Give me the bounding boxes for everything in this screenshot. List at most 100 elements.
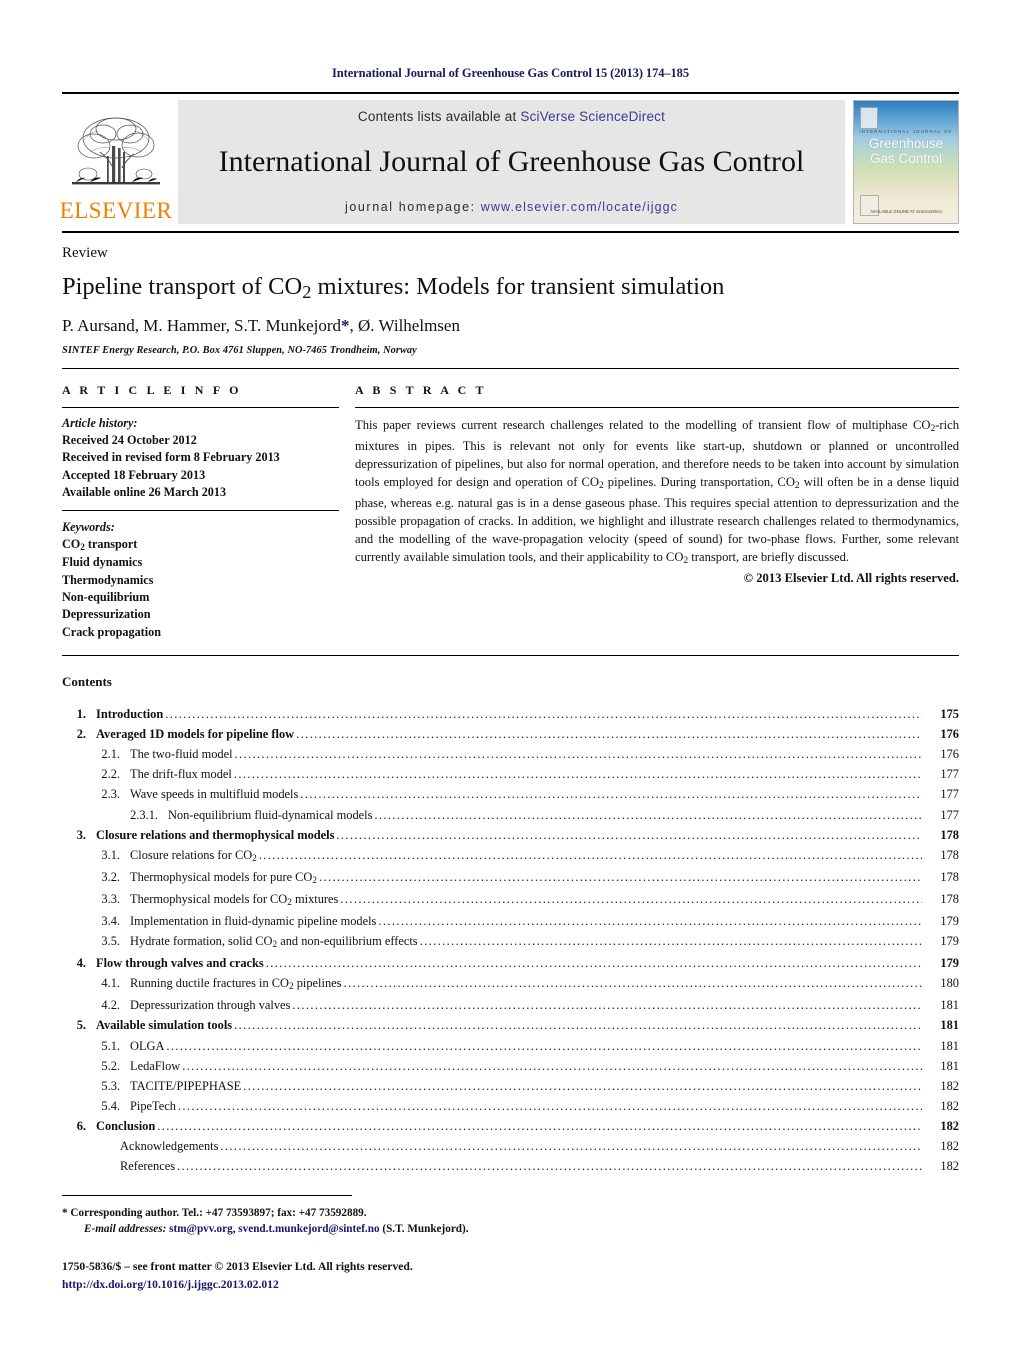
toc-entry-page: 176 (940, 727, 959, 742)
toc-leader-dots: ........................................… (374, 807, 922, 822)
toc-entry-label: Conclusion (96, 1118, 156, 1133)
corresponding-author-note: * Corresponding author. Tel.: +47 735938… (62, 1206, 367, 1219)
toc-entry-label: Depressurization through valves (130, 998, 291, 1013)
journal-banner: Contents lists available at SciVerse Sci… (178, 100, 845, 224)
toc-entry-label: Closure relations for CO2 (130, 845, 257, 867)
keyword-co2-post: transport (84, 537, 138, 552)
toc-entry-page: 178 (940, 891, 959, 906)
toc-entry-page: 180 (940, 976, 959, 991)
toc-entry[interactable]: 2. Averaged 1D models for pipeline flow..… (62, 724, 959, 744)
toc-entry[interactable]: 5.3. TACITE/PIPEPHASE....................… (62, 1076, 959, 1096)
article-type: Review (62, 245, 108, 261)
toc-entry-label: Closure relations and thermophysical mod… (96, 827, 335, 842)
toc-entry[interactable]: 3.3. Thermophysical models for CO2 mixtur… (62, 889, 959, 911)
toc-entry-label: OLGA (130, 1038, 165, 1053)
toc-entry-label: The two-fluid model (130, 747, 233, 762)
toc-entry-number: 5.1. (101, 1038, 120, 1053)
toc-entry[interactable]: 3.5. Hydrate formation, solid CO2 and non… (62, 931, 959, 953)
history-revised: Received in revised form 8 February 2013 (62, 450, 280, 465)
doi-link[interactable]: http://dx.doi.org/10.1016/j.ijggc.2013.0… (62, 1276, 959, 1293)
toc-entry-number: 3.1. (101, 847, 120, 862)
toc-entry-number: 5. (76, 1018, 86, 1033)
toc-entry-label: Implementation in fluid-dynamic pipeline… (130, 914, 377, 928)
history-received: Received 24 October 2012 (62, 433, 197, 448)
abstract-seg-a: This paper reviews current research chal… (355, 418, 931, 433)
toc-entry[interactable]: 3.1. Closure relations for CO2...........… (62, 845, 959, 867)
sciencedirect-link[interactable]: SciVerse ScienceDirect (520, 109, 665, 124)
toc-entry[interactable]: References..............................… (62, 1156, 959, 1176)
toc-label-post: mixtures (291, 891, 339, 906)
toc-label-post: pipelines (293, 976, 342, 991)
contents-title: Contents (62, 674, 112, 690)
title-part-1: Pipeline transport of CO (62, 273, 303, 300)
toc-entry[interactable]: 5.2. LedaFlow............................… (62, 1056, 959, 1076)
keyword-item: CO2 transport (62, 536, 339, 554)
toc-entry[interactable]: 1. Introduction..........................… (62, 704, 959, 724)
toc-entry[interactable]: 6. Conclusion............................… (62, 1116, 959, 1136)
toc-entry[interactable]: 2.3. Wave speeds in multifluid models....… (62, 784, 959, 804)
toc-entry[interactable]: 2.3.1. Non-equilibrium fluid-dynamical mo… (62, 805, 959, 825)
contents-prefix-text: Contents lists available at (357, 109, 521, 124)
elsevier-tree-icon (70, 112, 162, 198)
authors-main: P. Aursand, M. Hammer, S.T. Munkejord (62, 316, 342, 336)
toc-entry-label: LedaFlow (130, 1058, 181, 1073)
journal-homepage-line: journal homepage: www.elsevier.com/locat… (345, 200, 678, 214)
toc-entry-page: 179 (940, 914, 959, 928)
toc-entry-page: 182 (940, 1078, 959, 1093)
abstract-text: This paper reviews current research chal… (355, 416, 959, 569)
affiliation: SINTEF Energy Research, P.O. Box 4761 Sl… (62, 345, 417, 357)
toc-leader-dots: ........................................… (296, 727, 922, 742)
toc-entry-label: Wave speeds in multifluid models (130, 787, 299, 802)
email-addresses-note: E-mail addresses: stm@pvv.org, svend.t.m… (62, 1221, 959, 1238)
email-link-1[interactable]: stm@pvv.org (169, 1223, 233, 1235)
toc-entry[interactable]: 4.2. Depressurization through valves.....… (62, 995, 959, 1015)
toc-leader-dots: ........................................… (157, 1118, 922, 1133)
toc-entry-number: 4. (76, 956, 86, 971)
toc-entry[interactable]: 2.2. The drift-flux model................… (62, 764, 959, 784)
toc-entry-page: 182 (940, 1118, 959, 1133)
toc-entry[interactable]: 3.2. Thermophysical models for pure CO2..… (62, 867, 959, 889)
toc-entry-page: 179 (940, 956, 959, 971)
keyword-item: Crack propagation (62, 624, 161, 639)
history-available-online: Available online 26 March 2013 (62, 485, 227, 500)
toc-entry-label: Thermophysical models for CO2 mixtures (130, 889, 338, 911)
toc-entry[interactable]: 5. Available simulation tools............… (62, 1015, 959, 1035)
toc-entry-number: 6. (76, 1118, 86, 1133)
toc-label-pre: Hydrate formation, solid CO (130, 934, 273, 949)
toc-entry[interactable]: 5.1. OLGA................................… (62, 1036, 959, 1056)
toc-entry-number: 3. (76, 827, 86, 842)
toc-entry-page: 181 (940, 1038, 959, 1053)
toc-leader-dots: ........................................… (220, 1139, 922, 1153)
toc-label-subscript: 2 (252, 853, 257, 864)
toc-leader-dots: ........................................… (343, 976, 922, 991)
toc-entry-page: 177 (940, 807, 959, 822)
toc-entry-label: References (120, 1159, 176, 1174)
toc-entry-label: Acknowledgements (120, 1139, 219, 1153)
author-list: P. Aursand, M. Hammer, S.T. Munkejord*, … (62, 316, 959, 336)
toc-entry[interactable]: 5.4. PipeTech............................… (62, 1096, 959, 1116)
toc-entry[interactable]: 4.1. Running ductile fractures in CO2 pip… (62, 973, 959, 995)
toc-entry[interactable]: 4. Flow through valves and cracks........… (62, 953, 959, 973)
page-title: Pipeline transport of CO2 mixtures: Mode… (62, 273, 959, 303)
toc-leader-dots: ........................................… (258, 847, 922, 862)
toc-entry-label: TACITE/PIPEPHASE (130, 1078, 242, 1093)
article-info-column: A R T I C L E I N F O Article history: R… (62, 383, 355, 641)
toc-leader-dots: ........................................… (340, 891, 922, 906)
toc-entry[interactable]: 3. Closure relations and thermophysical m… (62, 825, 959, 845)
toc-leader-dots: ........................................… (300, 787, 922, 802)
toc-label-pre: Thermophysical models for CO (130, 891, 288, 906)
toc-entry-number: 3.5. (101, 934, 120, 949)
abstract-seg-e: transport, are briefly discussed. (688, 550, 850, 565)
journal-homepage-link[interactable]: www.elsevier.com/locate/ijggc (481, 200, 678, 214)
toc-entry[interactable]: 2.1. The two-fluid model.................… (62, 744, 959, 764)
email-link-2[interactable]: svend.t.munkejord@sintef.no (238, 1223, 379, 1235)
toc-entry-page: 181 (940, 1018, 959, 1033)
toc-entry[interactable]: 3.4. Implementation in fluid-dynamic pipe… (62, 911, 959, 931)
toc-entry-number: 2.3. (101, 787, 120, 802)
toc-entry[interactable]: Acknowledgements........................… (62, 1136, 959, 1156)
toc-leader-dots: ........................................… (243, 1078, 922, 1093)
title-block: Review Pipeline transport of CO2 mixture… (62, 233, 959, 356)
toc-entry-label: Thermophysical models for pure CO2 (130, 867, 317, 889)
article-info-heading: A R T I C L E I N F O (62, 383, 242, 398)
toc-entry-number: 1. (76, 707, 86, 722)
